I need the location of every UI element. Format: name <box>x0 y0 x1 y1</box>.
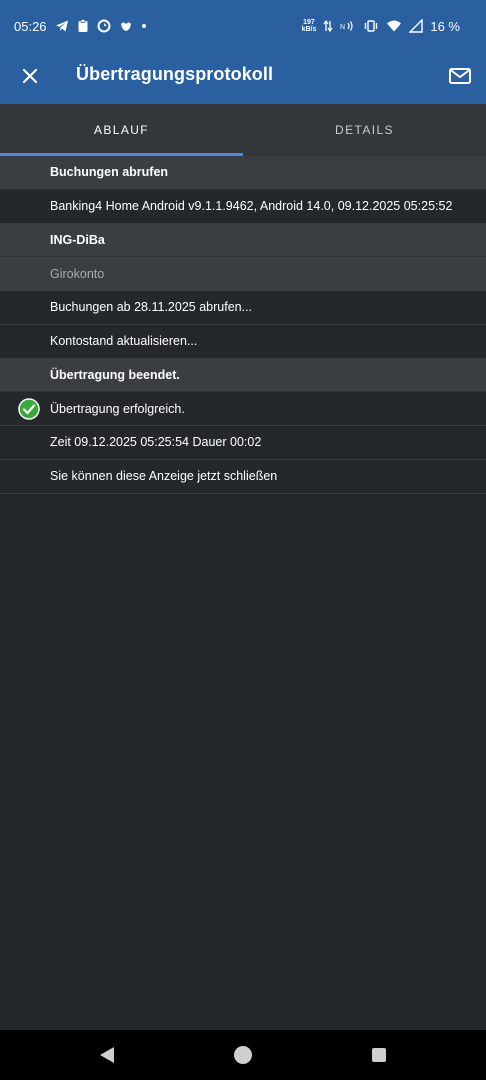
telegram-icon <box>55 19 69 33</box>
network-speed: 197 kB/s <box>301 19 317 33</box>
tab-details[interactable]: DETAILS <box>243 104 486 156</box>
sync-app-icon <box>97 19 111 33</box>
recents-icon[interactable] <box>368 1044 390 1066</box>
notification-icons <box>55 19 147 33</box>
log-section-header: Buchungen abrufen <box>0 156 486 190</box>
log-entry: Buchungen ab 28.11.2025 abrufen... <box>0 291 486 325</box>
log-entry: Banking4 Home Android v9.1.1.9462, Andro… <box>0 189 486 224</box>
cell-signal-icon <box>409 19 424 33</box>
log-entry: Zeit 09.12.2025 05:25:54 Dauer 00:02 <box>0 426 486 460</box>
page-title: Übertragungsprotokoll <box>76 64 274 84</box>
log-success-text: Übertragung erfolgreich. <box>50 401 185 416</box>
protocol-log: Buchungen abrufen Banking4 Home Android … <box>0 156 486 494</box>
mail-icon[interactable] <box>446 62 474 90</box>
app-bar: 05:26 197 kB/s N 16 % Übertragungsprotok… <box>0 0 486 104</box>
system-nav-bar <box>0 1030 486 1080</box>
vibrate-icon <box>363 19 379 33</box>
data-transfer-icon <box>323 19 333 33</box>
log-account-name: Girokonto <box>0 257 486 291</box>
check-circle-icon <box>18 398 40 420</box>
log-entry: Sie können diese Anzeige jetzt schließen <box>0 459 486 494</box>
tab-bar: ABLAUF DETAILS <box>0 104 486 156</box>
toolbar: Übertragungsprotokoll <box>0 52 486 104</box>
status-bar: 05:26 197 kB/s N 16 % <box>0 0 486 52</box>
wifi-icon <box>386 19 402 33</box>
log-entry: Kontostand aktualisieren... <box>0 324 486 359</box>
status-right-icons: 197 kB/s N 16 % <box>302 0 460 52</box>
log-bank-header: ING-DiBa <box>0 223 486 258</box>
close-icon[interactable] <box>16 62 44 90</box>
battery-level: 16 % <box>430 18 460 34</box>
clipboard-icon <box>77 19 89 33</box>
nfc-icon: N <box>340 20 356 32</box>
back-icon[interactable] <box>96 1044 118 1066</box>
more-notifications-dot-icon <box>141 23 147 29</box>
status-time: 05:26 <box>14 18 47 34</box>
log-section-header: Übertragung beendet. <box>0 358 486 393</box>
tab-ablauf[interactable]: ABLAUF <box>0 104 243 156</box>
svg-text:N: N <box>340 24 345 31</box>
log-success-entry: Übertragung erfolgreich. <box>0 392 486 426</box>
home-icon[interactable] <box>232 1044 254 1066</box>
bird-icon <box>119 19 133 33</box>
